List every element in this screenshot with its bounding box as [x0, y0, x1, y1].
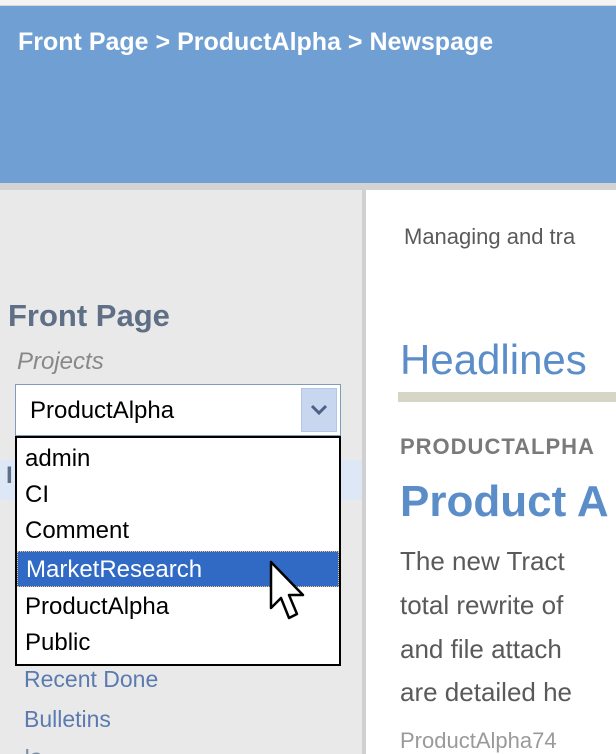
article-text-line: are detailed he: [400, 677, 573, 707]
option-admin[interactable]: admin: [17, 441, 339, 477]
chevron-down-icon-glyph: [310, 404, 328, 416]
headlines-heading: Headlines: [400, 336, 587, 383]
projects-select[interactable]: ProductAlpha: [15, 384, 341, 436]
breadcrumb-separator: >: [148, 28, 178, 56]
main-content: [366, 190, 616, 754]
chevron-down-icon[interactable]: [301, 388, 337, 432]
sidebar-link-partial[interactable]: Is...: [24, 744, 61, 754]
article-category[interactable]: PRODUCTALPHA: [400, 434, 595, 460]
mouse-pointer-icon: [269, 560, 305, 620]
header-divider: [0, 183, 616, 190]
breadcrumb-front-page[interactable]: Front Page: [18, 28, 149, 56]
projects-label: Projects: [17, 348, 104, 375]
option-comment[interactable]: Comment: [17, 513, 339, 549]
article-text-line: The new Tract: [400, 546, 565, 576]
headlines-rule: [398, 392, 616, 402]
sidebar-partial-item: I: [6, 462, 13, 489]
sidebar-title: Front Page: [8, 298, 170, 333]
option-ci[interactable]: CI: [17, 477, 339, 513]
page: Front Page > ProductAlpha > Newspage Fro…: [0, 0, 616, 754]
header-banner: Front Page > ProductAlpha > Newspage: [0, 6, 616, 183]
breadcrumb-newspage[interactable]: Newspage: [369, 28, 493, 56]
article-text-line: and file attach: [400, 634, 562, 664]
article-title[interactable]: Product A: [400, 477, 609, 527]
article-byline: ProductAlpha74: [400, 728, 557, 753]
projects-select-value: ProductAlpha: [30, 397, 175, 424]
sidebar-link-recent-done[interactable]: Recent Done: [24, 666, 158, 693]
site-tagline: Managing and tra: [404, 224, 576, 249]
option-public[interactable]: Public: [17, 625, 339, 661]
sidebar-link-bulletins[interactable]: Bulletins: [24, 706, 111, 733]
breadcrumb: Front Page > ProductAlpha > Newspage: [18, 28, 493, 57]
breadcrumb-separator: >: [340, 28, 370, 56]
breadcrumb-productalpha[interactable]: ProductAlpha: [177, 28, 341, 56]
article-text-line: total rewrite of: [400, 590, 564, 620]
projects-dropdown-list[interactable]: admin CI Comment MarketResearch ProductA…: [15, 436, 341, 666]
